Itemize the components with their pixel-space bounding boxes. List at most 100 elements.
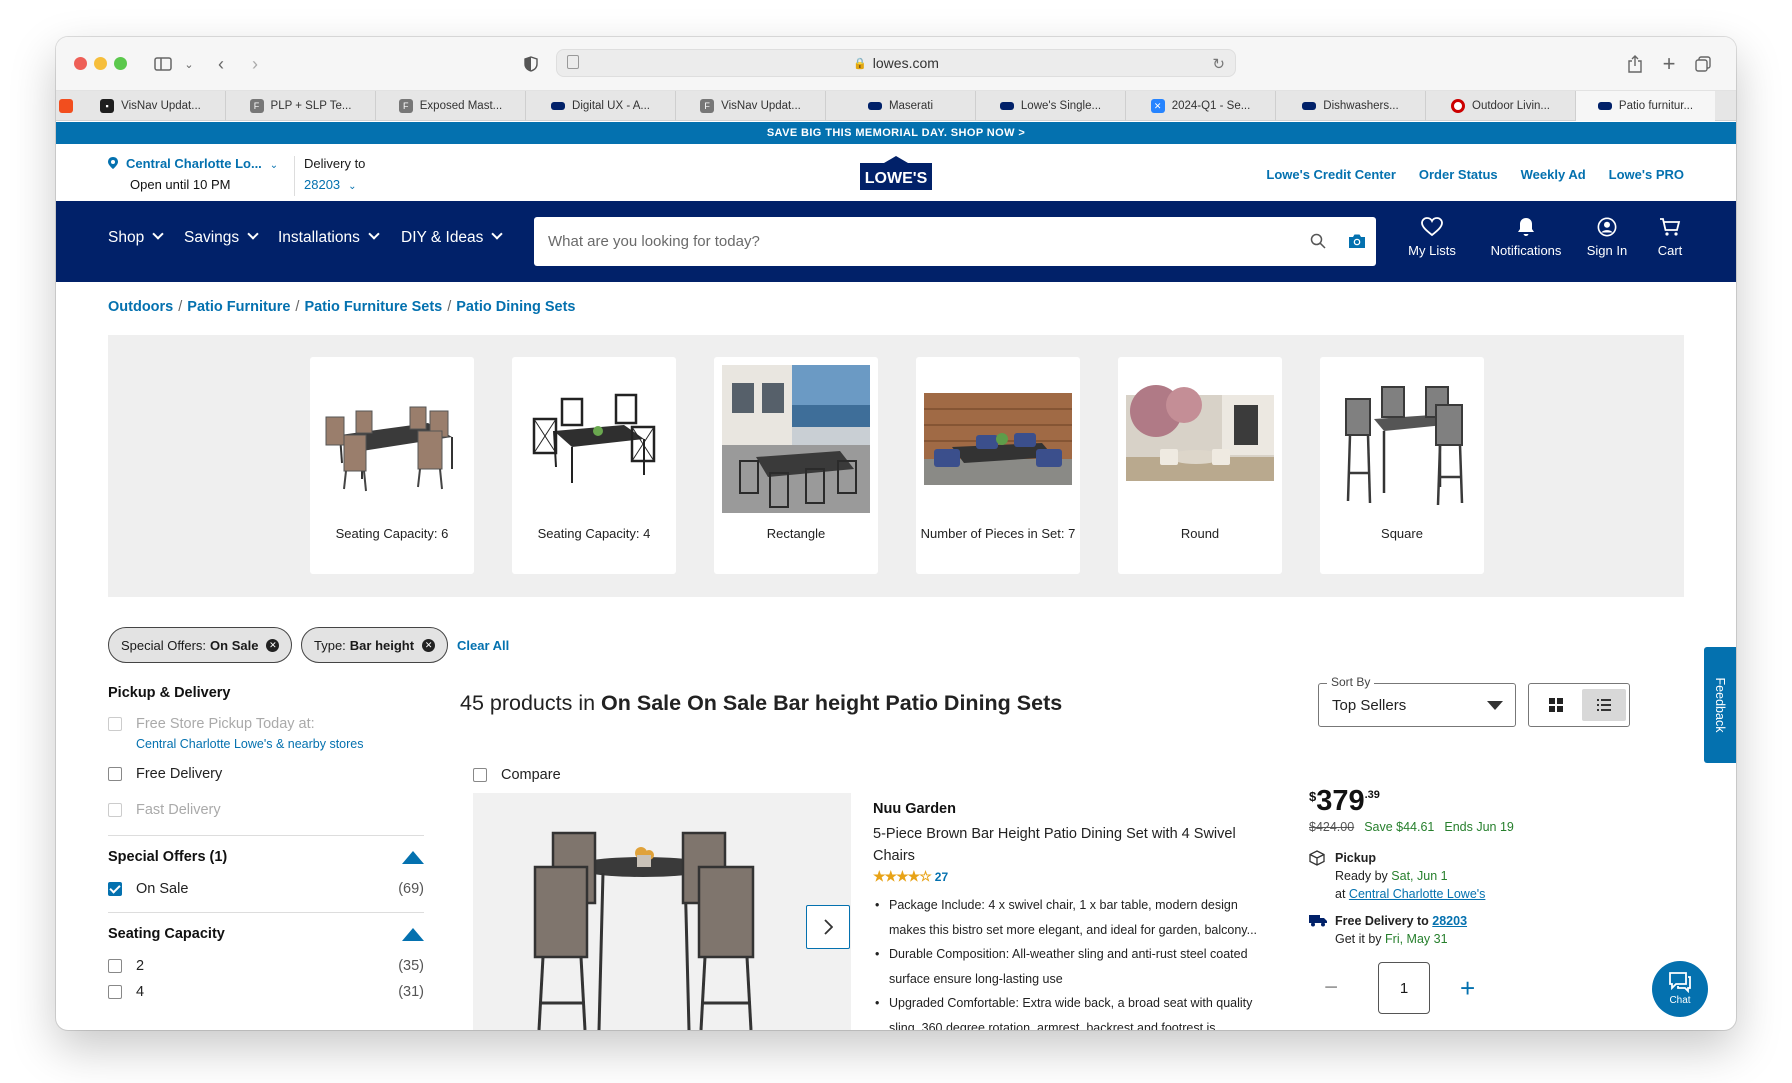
promo-banner[interactable]: SAVE BIG THIS MEMORIAL DAY. SHOP NOW > — [56, 122, 1736, 144]
checkbox[interactable] — [108, 767, 122, 781]
seating-4-option[interactable]: 4 (31) — [108, 981, 424, 1003]
browser-tab[interactable]: Maserati — [826, 91, 976, 121]
store-hours: Open until 10 PM — [130, 177, 231, 192]
chevron-down-icon — [152, 228, 164, 240]
nav-installations[interactable]: Installations — [278, 228, 380, 247]
filter-chip-special-offers[interactable]: Special Offers: On Sale ✕ — [108, 627, 293, 663]
credit-center-link[interactable]: Lowe's Credit Center — [1266, 167, 1396, 182]
pickup-store-link[interactable]: Central Charlotte Lowe's — [1349, 887, 1485, 901]
delivery-zip-selector[interactable]: Delivery to 28203 ⌄ — [304, 156, 365, 192]
notifications-button[interactable]: Notifications — [1484, 217, 1568, 258]
new-tab-icon[interactable]: + — [1656, 51, 1682, 77]
next-image-button[interactable] — [806, 905, 850, 949]
shield-icon[interactable] — [518, 51, 544, 77]
fast-delivery-option[interactable]: Fast Delivery — [108, 799, 424, 821]
store-selector[interactable]: Central Charlotte Lo... ⌄ Open until 10 P… — [108, 156, 278, 192]
browser-tab[interactable]: ▪ VisNav Updat... — [76, 91, 226, 121]
target-icon — [1451, 99, 1465, 113]
remove-filter-icon[interactable]: ✕ — [422, 638, 436, 652]
my-lists-button[interactable]: My Lists — [1406, 217, 1458, 258]
checkbox-checked[interactable] — [108, 882, 122, 896]
cart-button[interactable]: Cart — [1650, 217, 1690, 258]
category-tile-seating-4[interactable]: Seating Capacity: 4 — [512, 357, 676, 574]
breadcrumb-patio-furniture-sets[interactable]: Patio Furniture Sets — [304, 299, 442, 315]
nav-shop[interactable]: Shop — [108, 228, 164, 247]
browser-tab[interactable]: F VisNav Updat... — [676, 91, 826, 121]
minimize-window-button[interactable] — [94, 57, 107, 70]
store-link[interactable]: Central Charlotte Lowe's & nearby stores — [136, 737, 424, 751]
close-window-button[interactable] — [74, 57, 87, 70]
product-rating[interactable]: ★★★★☆ 27 — [873, 868, 948, 885]
back-icon[interactable]: ‹ — [208, 51, 234, 77]
category-tile-seating-6[interactable]: Seating Capacity: 6 — [310, 357, 474, 574]
chevron-down-icon[interactable]: ⌄ — [176, 51, 202, 77]
was-price: $424.00 — [1309, 820, 1355, 834]
category-tile-square[interactable]: Square — [1320, 357, 1484, 574]
tab-overview-icon[interactable] — [1690, 51, 1716, 77]
camera-icon[interactable] — [1348, 233, 1366, 249]
browser-tab[interactable]: F Exposed Mast... — [376, 91, 526, 121]
compare-option[interactable]: Compare — [473, 767, 561, 783]
feedback-tab[interactable]: Feedback — [1704, 647, 1736, 763]
checkbox[interactable] — [108, 717, 122, 731]
browser-tab[interactable]: ✕ 2024-Q1 - Se... — [1126, 91, 1276, 121]
category-tile-round[interactable]: Round — [1118, 357, 1282, 574]
weekly-ad-link[interactable]: Weekly Ad — [1521, 167, 1586, 182]
pinned-tab[interactable] — [56, 91, 76, 121]
search-icon[interactable] — [1310, 233, 1326, 249]
seating-capacity-header[interactable]: Seating Capacity — [108, 923, 424, 945]
grid-view-icon[interactable] — [1535, 689, 1577, 721]
browser-tab[interactable]: F PLP + SLP Te... — [226, 91, 376, 121]
breadcrumb-patio-furniture[interactable]: Patio Furniture — [187, 299, 290, 315]
filter-chip-type[interactable]: Type: Bar height ✕ — [301, 627, 449, 663]
clear-all-filters-link[interactable]: Clear All — [457, 638, 509, 653]
pickup-delivery-heading: Pickup & Delivery — [108, 685, 231, 701]
breadcrumb-outdoors[interactable]: Outdoors — [108, 299, 173, 315]
checkbox[interactable] — [473, 768, 487, 782]
reload-icon[interactable]: ↻ — [1212, 55, 1225, 73]
f-icon: F — [700, 99, 715, 113]
nav-savings[interactable]: Savings — [184, 228, 259, 247]
browser-tab[interactable]: Lowe's Single... — [976, 91, 1126, 121]
checkbox[interactable] — [108, 959, 122, 973]
checkbox[interactable] — [108, 803, 122, 817]
sidebar-toggle-icon[interactable] — [150, 51, 176, 77]
chat-button[interactable]: Chat — [1652, 961, 1708, 1017]
lowes-pro-link[interactable]: Lowe's PRO — [1609, 167, 1684, 182]
nav-diy-ideas[interactable]: DIY & Ideas — [401, 228, 504, 247]
patio-photo — [1126, 385, 1274, 481]
share-icon[interactable] — [1622, 51, 1648, 77]
category-tile-rectangle[interactable]: Rectangle — [714, 357, 878, 574]
delivery-zip-link[interactable]: 28203 — [1432, 914, 1467, 928]
quantity-input[interactable]: 1 — [1378, 962, 1430, 1014]
seating-2-option[interactable]: 2 (35) — [108, 955, 424, 977]
forward-icon[interactable]: › — [242, 51, 268, 77]
browser-tab-active[interactable]: Patio furnitur... — [1576, 91, 1715, 121]
special-offers-header[interactable]: Special Offers (1) — [108, 846, 424, 868]
browser-tab[interactable]: Outdoor Livin... — [1426, 91, 1576, 121]
on-sale-option[interactable]: On Sale (69) — [108, 878, 424, 900]
zoom-window-button[interactable] — [114, 57, 127, 70]
collapse-icon[interactable] — [402, 927, 424, 941]
sign-in-button[interactable]: Sign In — [1580, 217, 1634, 258]
collapse-icon[interactable] — [402, 850, 424, 864]
list-view-icon[interactable] — [1582, 689, 1626, 721]
sort-dropdown[interactable]: Sort By Top Sellers — [1318, 675, 1516, 727]
order-status-link[interactable]: Order Status — [1419, 167, 1498, 182]
browser-tab[interactable]: Dishwashers... — [1276, 91, 1426, 121]
address-bar[interactable]: 🔒 lowes.com ↻ — [556, 49, 1236, 77]
product-title[interactable]: 5-Piece Brown Bar Height Patio Dining Se… — [873, 823, 1253, 867]
remove-filter-icon[interactable]: ✕ — [266, 638, 280, 652]
search-input[interactable] — [548, 217, 1308, 266]
lowes-logo[interactable]: LOWE'S — [860, 156, 932, 192]
free-store-pickup-option[interactable]: Free Store Pickup Today at: — [108, 713, 424, 735]
product-image[interactable] — [473, 793, 851, 1030]
browser-tab[interactable]: Digital UX - A... — [526, 91, 676, 121]
decrease-quantity-button[interactable]: − — [1324, 974, 1348, 1002]
checkbox[interactable] — [108, 985, 122, 999]
free-delivery-option[interactable]: Free Delivery — [108, 763, 424, 785]
category-tile-pieces-7[interactable]: Number of Pieces in Set: 7 — [916, 357, 1080, 574]
breadcrumb-patio-dining-sets[interactable]: Patio Dining Sets — [456, 299, 575, 315]
browser-tab-bar: ▪ VisNav Updat... F PLP + SLP Te... F Expos… — [56, 91, 1736, 121]
increase-quantity-button[interactable]: + — [1460, 973, 1475, 1004]
